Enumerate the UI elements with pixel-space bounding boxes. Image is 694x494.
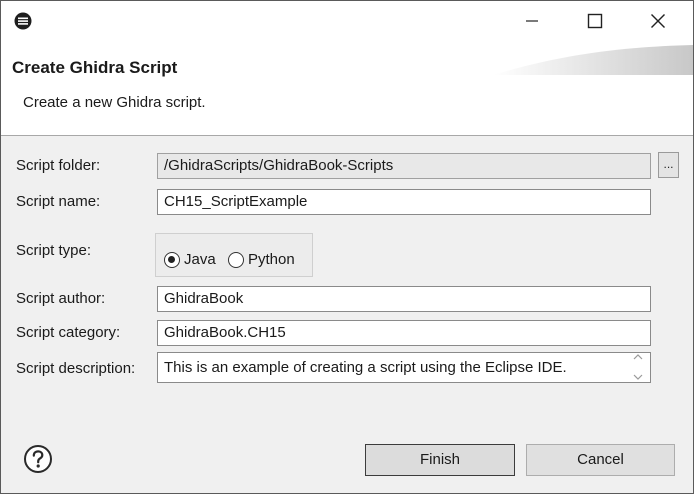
banner-decoration bbox=[493, 45, 693, 75]
script-description-input[interactable]: This is an example of creating a script … bbox=[157, 352, 651, 383]
script-category-input[interactable]: GhidraBook.CH15 bbox=[157, 320, 651, 346]
dialog-header: Create Ghidra Script Create a new Ghidra… bbox=[1, 41, 693, 136]
browse-folder-button[interactable]: ... bbox=[658, 152, 679, 178]
script-description-label: Script description: bbox=[16, 360, 136, 377]
radio-java-indicator bbox=[164, 251, 180, 268]
radio-java[interactable]: Java bbox=[164, 251, 216, 268]
script-type-label: Script type: bbox=[16, 242, 92, 259]
dialog-subtitle: Create a new Ghidra script. bbox=[23, 94, 206, 111]
radio-python[interactable]: Python bbox=[228, 251, 295, 268]
minimize-icon bbox=[526, 20, 538, 22]
close-icon bbox=[651, 14, 665, 28]
maximize-button[interactable] bbox=[572, 1, 618, 41]
script-type-group: Java Python bbox=[155, 233, 313, 277]
title-bar bbox=[1, 1, 693, 41]
finish-button[interactable]: Finish bbox=[365, 444, 515, 476]
script-name-label: Script name: bbox=[16, 193, 101, 210]
minimize-button[interactable] bbox=[509, 1, 555, 41]
app-icon bbox=[14, 12, 32, 30]
radio-python-indicator bbox=[228, 251, 244, 268]
dialog-title: Create Ghidra Script bbox=[12, 58, 178, 77]
script-name-input[interactable]: CH15_ScriptExample bbox=[157, 189, 651, 215]
script-author-label: Script author: bbox=[16, 290, 106, 307]
radio-python-label: Python bbox=[248, 251, 295, 268]
script-author-input[interactable]: GhidraBook bbox=[157, 286, 651, 312]
radio-java-label: Java bbox=[184, 251, 216, 268]
scroll-up-icon[interactable] bbox=[633, 354, 643, 360]
create-script-dialog: Create Ghidra Script Create a new Ghidra… bbox=[0, 0, 694, 494]
script-folder-field: /GhidraScripts/GhidraBook-Scripts bbox=[157, 153, 651, 179]
scroll-down-icon[interactable] bbox=[633, 374, 643, 380]
maximize-icon bbox=[587, 13, 603, 29]
close-button[interactable] bbox=[635, 1, 681, 41]
description-scrollbar[interactable] bbox=[626, 352, 650, 382]
script-category-label: Script category: bbox=[16, 324, 121, 341]
script-folder-label: Script folder: bbox=[16, 157, 101, 174]
cancel-button[interactable]: Cancel bbox=[526, 444, 675, 476]
help-icon[interactable] bbox=[23, 444, 53, 474]
